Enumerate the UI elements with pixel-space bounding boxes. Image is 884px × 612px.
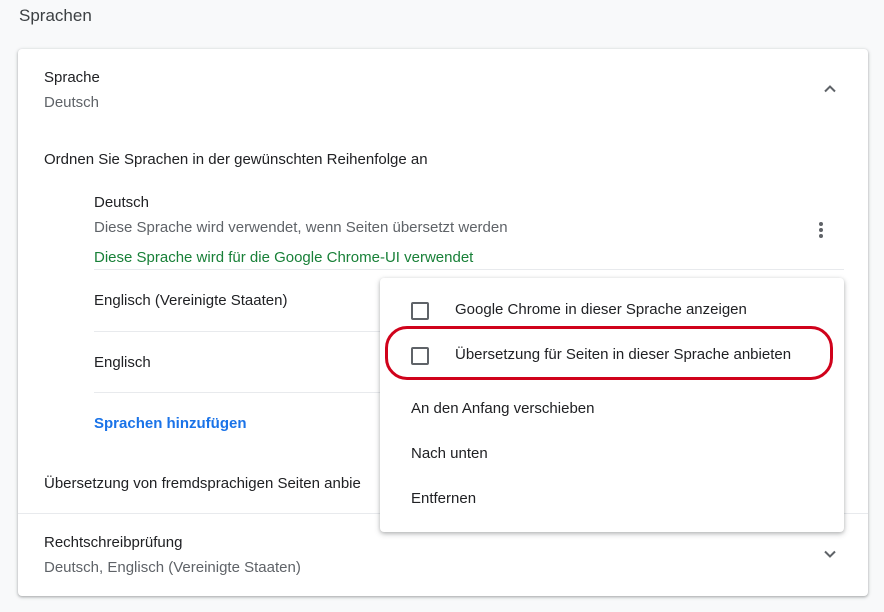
menu-item-remove[interactable]: Entfernen [411,490,476,507]
more-vert-icon[interactable] [809,218,833,242]
chevron-down-icon[interactable] [818,542,842,566]
menu-item-move-down[interactable]: Nach unten [411,445,488,462]
annotation-highlight [385,326,833,380]
language-context-menu: Google Chrome in dieser Sprache anzeigen… [380,278,844,532]
language-section-title: Sprache [44,69,100,86]
language-order-label: Ordnen Sie Sprachen in der gewünschten R… [44,151,428,168]
language-item-name: Deutsch [94,194,150,211]
language-item-name: Englisch (Vereinigte Staaten) [94,292,288,309]
checkbox[interactable] [411,302,429,320]
divider [94,269,844,270]
language-item-name: Englisch [94,354,151,371]
menu-item-label: Google Chrome in dieser Sprache anzeigen [455,301,747,318]
chevron-up-icon[interactable] [818,77,842,101]
menu-item-move-to-top[interactable]: An den Anfang verschieben [411,400,594,417]
language-item-note: Diese Sprache wird verwendet, wenn Seite… [94,219,508,236]
add-languages-button[interactable]: Sprachen hinzufügen [94,415,247,432]
page-title: Sprachen [19,6,92,25]
spellcheck-section-subtitle: Deutsch, Englisch (Vereinigte Staaten) [44,559,301,576]
translate-offer-label: Übersetzung von fremdsprachigen Seiten a… [44,475,361,492]
spellcheck-section-title: Rechtschreibprüfung [44,534,183,551]
language-item-ui-note: Diese Sprache wird für die Google Chrome… [94,249,474,266]
language-section-subtitle: Deutsch [44,94,100,111]
